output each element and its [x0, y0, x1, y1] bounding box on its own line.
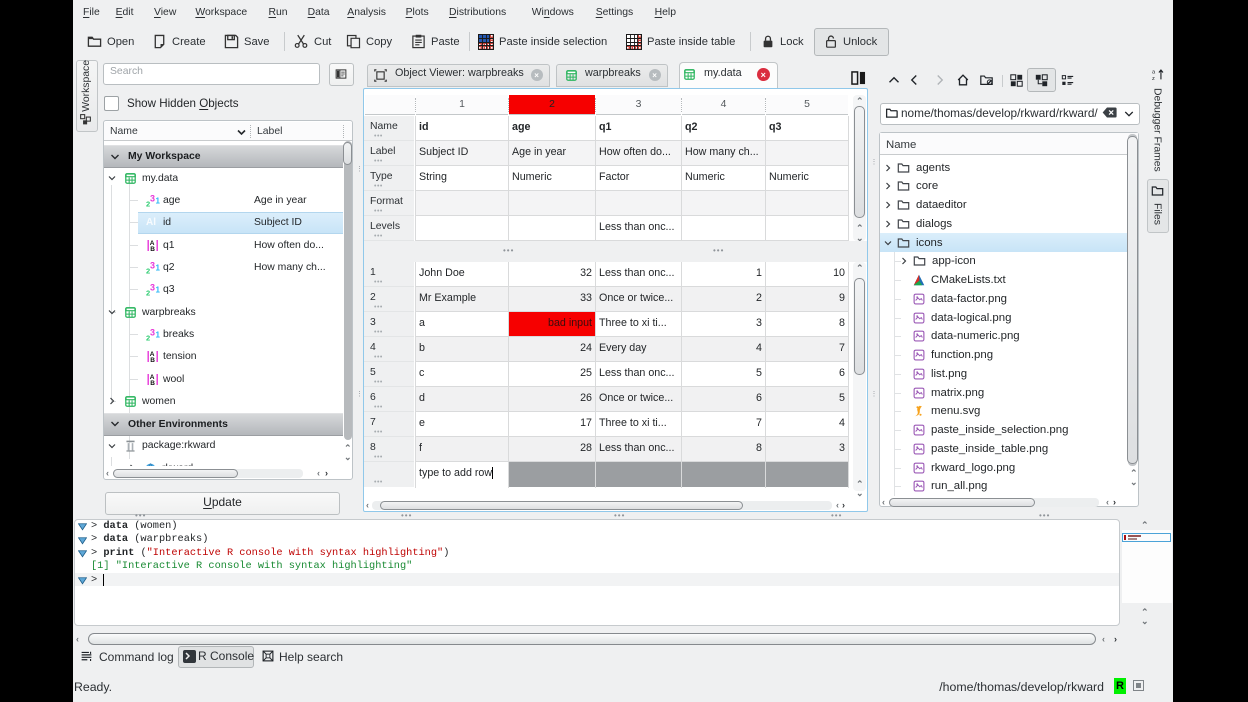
- svg-text:3: 3: [150, 283, 155, 293]
- svg-text:3: 3: [150, 328, 155, 338]
- svg-text:B: B: [150, 246, 155, 252]
- svg-text:1: 1: [156, 330, 161, 339]
- svg-text:1: 1: [156, 286, 161, 295]
- svg-text:B: B: [150, 380, 155, 386]
- svg-text:a: a: [1152, 70, 1156, 76]
- svg-text:3: 3: [150, 194, 155, 204]
- svg-text:B: B: [150, 357, 155, 363]
- svg-text:z: z: [1152, 76, 1155, 81]
- svg-text:1: 1: [156, 264, 161, 273]
- svg-text:1: 1: [156, 197, 161, 206]
- svg-text:3: 3: [150, 261, 155, 271]
